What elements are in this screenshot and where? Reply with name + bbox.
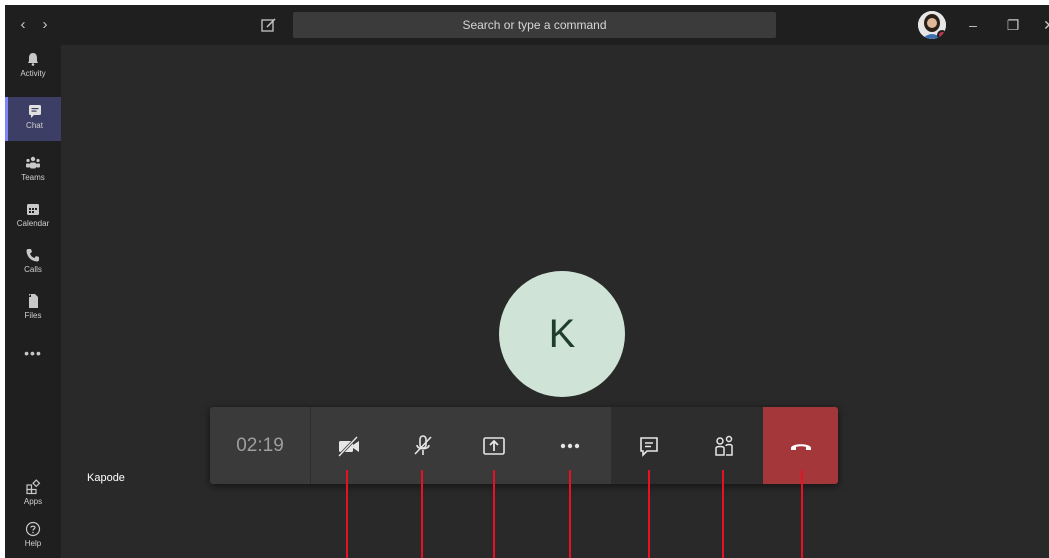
rail-label: Chat — [26, 121, 43, 130]
help-icon — [25, 521, 41, 537]
rail-item-files[interactable]: Files — [5, 287, 61, 331]
call-timer: 02:19 — [210, 407, 310, 484]
participant-avatar: K — [499, 271, 625, 397]
camera-toggle-button[interactable] — [323, 407, 375, 484]
hang-up-icon — [790, 443, 811, 450]
call-stage: K Kapode 02:19 — [61, 45, 1049, 558]
call-controls-bar: 02:19 — [210, 407, 838, 484]
maximize-button[interactable]: ❐ — [1003, 15, 1023, 35]
more-apps-button[interactable]: ••• — [5, 345, 61, 361]
video-off-icon — [337, 435, 359, 457]
annotation-line — [421, 470, 423, 558]
rail-label: Calendar — [16, 219, 50, 228]
close-button[interactable]: ✕ — [1039, 15, 1049, 35]
annotation-line — [569, 470, 571, 558]
chat-icon — [640, 436, 658, 457]
rail-item-chat[interactable]: Chat — [5, 97, 61, 141]
annotation-line — [493, 470, 495, 558]
chat-icon — [28, 105, 41, 118]
teams-window: ‹ › Search or type a command – ❐ ✕ Activ… — [5, 5, 1049, 558]
people-icon — [715, 435, 733, 456]
more-icon — [560, 443, 580, 448]
rail-label: Apps — [23, 497, 43, 506]
rail-label: Activity — [20, 69, 46, 78]
participant-name: Kapode — [87, 472, 125, 484]
search-input[interactable]: Search or type a command — [293, 12, 776, 38]
rail-item-teams[interactable]: Teams — [5, 149, 61, 193]
rail-item-calls[interactable]: Calls — [5, 241, 61, 285]
bell-icon — [28, 53, 38, 66]
phone-icon — [26, 249, 39, 262]
rail-item-calendar[interactable]: Calendar — [5, 195, 61, 239]
annotation-line — [801, 470, 803, 558]
apps-icon — [26, 479, 41, 495]
annotation-line — [648, 470, 650, 558]
share-screen-icon — [483, 436, 505, 455]
profile-avatar[interactable] — [918, 11, 946, 39]
participants-button[interactable] — [698, 407, 750, 484]
rail-label: Help — [24, 539, 42, 548]
forward-button[interactable]: › — [37, 15, 53, 35]
back-button[interactable]: ‹ — [15, 15, 31, 35]
mic-off-icon — [414, 434, 432, 455]
rail-item-apps[interactable]: Apps — [5, 473, 61, 517]
app-rail: Activity Chat Teams Calendar Calls Files… — [5, 45, 61, 558]
rail-label: Teams — [21, 173, 45, 182]
teams-icon — [26, 156, 40, 169]
rail-label: Calls — [24, 265, 42, 274]
minimize-button[interactable]: – — [963, 15, 983, 35]
annotation-line — [722, 470, 724, 558]
compose-icon[interactable] — [260, 16, 278, 34]
rail-item-activity[interactable]: Activity — [5, 45, 61, 89]
rail-label: Files — [24, 311, 42, 320]
calendar-icon — [27, 204, 39, 215]
status-badge — [937, 30, 946, 39]
annotation-line — [346, 470, 348, 558]
title-bar: ‹ › Search or type a command – ❐ ✕ — [5, 5, 1049, 45]
rail-item-help[interactable]: Help — [5, 515, 61, 558]
mic-toggle-button[interactable] — [397, 407, 449, 484]
file-icon — [28, 294, 38, 308]
